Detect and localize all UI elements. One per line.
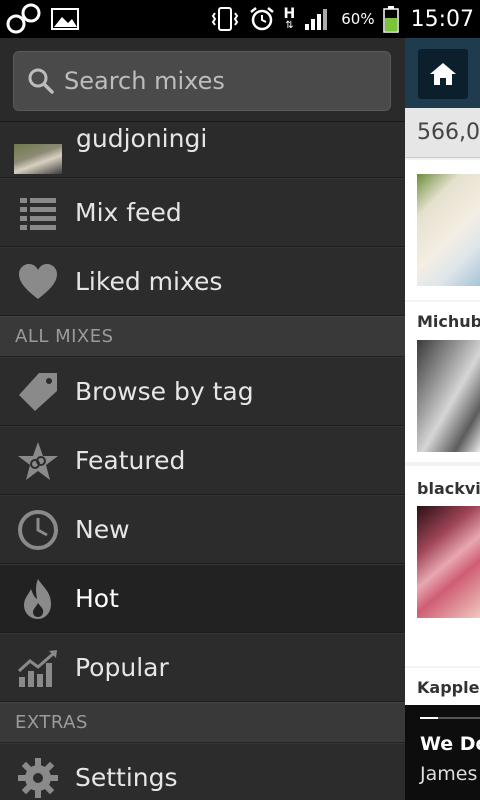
gear-icon: [16, 756, 60, 800]
player-progress-fill: [420, 717, 438, 719]
mix-count-row: 566,0: [405, 108, 480, 158]
menu-item-label: Hot: [75, 584, 119, 613]
section-header-all-mixes: ALL MIXES: [0, 316, 405, 357]
mix-card[interactable]: Kapples: [405, 668, 480, 708]
menu-item-browse-by-tag[interactable]: Browse by tag: [0, 357, 405, 426]
image-notification-icon: [51, 8, 79, 30]
home-button[interactable]: [418, 49, 468, 99]
list-icon: [16, 191, 60, 235]
avatar: [14, 144, 62, 174]
network-h-icon: H ⇅: [283, 6, 296, 31]
mix-card-user: Michube: [417, 312, 480, 331]
menu-item-new[interactable]: New: [0, 495, 405, 564]
section-label: EXTRAS: [15, 712, 88, 733]
menu-item-popular[interactable]: Popular: [0, 633, 405, 702]
battery-percent: 60%: [341, 10, 375, 28]
app-toolbar: [405, 38, 480, 108]
mix-card-user: Kapples: [417, 678, 480, 697]
mix-cover-image: [417, 340, 480, 452]
mix-card[interactable]: [405, 160, 480, 300]
tag-icon: [16, 370, 60, 414]
mix-count: 566,0: [417, 120, 480, 145]
mix-card[interactable]: blackvir: [405, 466, 480, 666]
chart-icon: [16, 646, 60, 690]
heart-icon: [16, 260, 60, 304]
menu-item-label: Browse by tag: [75, 377, 254, 406]
player-track-title: We Do: [420, 733, 480, 755]
menu-item-label: Featured: [75, 446, 186, 475]
star-icon: [16, 439, 60, 483]
vibrate-icon: [211, 7, 238, 31]
alarm-icon: [249, 7, 274, 31]
mix-cover-image: [417, 506, 480, 618]
menu-item-label: Mix feed: [75, 198, 182, 227]
clock-icon: [16, 508, 60, 552]
clock-time: 15:07: [410, 6, 474, 32]
mix-cover-image: [417, 174, 480, 286]
menu-item-label: Liked mixes: [75, 267, 223, 296]
search-icon: [28, 68, 54, 94]
flame-icon: [16, 577, 60, 621]
menu-item-liked-mixes[interactable]: Liked mixes: [0, 247, 405, 316]
user-name: gudjoningi: [76, 124, 208, 153]
menu-item-label: Popular: [75, 653, 169, 682]
home-icon: [430, 63, 456, 85]
battery-icon: [382, 6, 399, 33]
status-bar: H ⇅ 60% 15:07: [0, 0, 480, 38]
menu-item-hot[interactable]: Hot: [0, 564, 405, 633]
navigation-drawer: Search mixes gudjoningi Mix feed Liked m…: [0, 38, 405, 800]
network-type-text: H: [283, 6, 296, 22]
search-area: Search mixes: [0, 38, 405, 122]
mix-card-user: blackvir: [417, 479, 480, 498]
menu-item-mix-feed[interactable]: Mix feed: [0, 178, 405, 247]
section-label: ALL MIXES: [15, 326, 114, 347]
main-content-peek: 566,0 Michube blackvir Kapples: [405, 38, 480, 800]
player-track-artist: James: [420, 763, 478, 785]
player-progress-bar[interactable]: [420, 717, 480, 719]
menu-item-settings[interactable]: Settings: [0, 743, 405, 800]
user-profile-item[interactable]: gudjoningi: [0, 122, 405, 178]
search-input[interactable]: Search mixes: [13, 51, 391, 111]
menu-item-label: Settings: [75, 763, 178, 792]
mix-card[interactable]: Michube: [405, 302, 480, 462]
search-placeholder: Search mixes: [64, 67, 225, 95]
menu-item-featured[interactable]: Featured: [0, 426, 405, 495]
menu-item-label: New: [75, 515, 130, 544]
signal-icon: [305, 9, 328, 30]
section-header-extras: EXTRAS: [0, 702, 405, 743]
8tracks-logo-icon: [6, 3, 41, 34]
mini-player[interactable]: We Do James: [405, 705, 480, 800]
